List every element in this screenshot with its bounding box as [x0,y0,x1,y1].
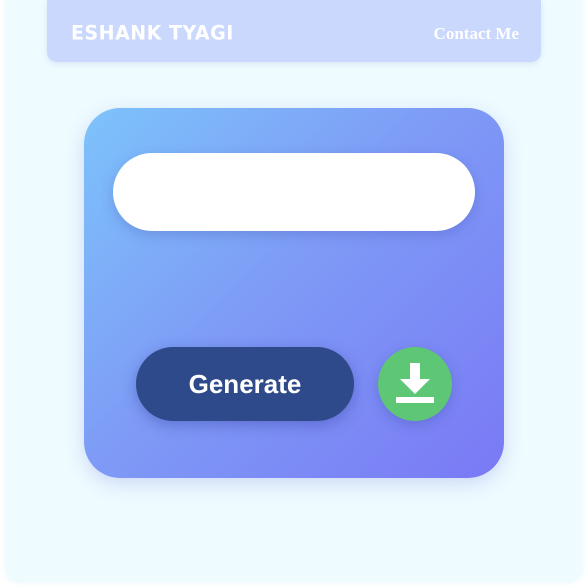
text-input[interactable] [113,153,475,231]
contact-me-link[interactable]: Contact Me [434,24,519,44]
brand-logo-text[interactable]: ESHANK TYAGI [71,21,234,44]
generate-button[interactable]: Generate [136,347,354,421]
download-button[interactable] [378,347,452,421]
generator-card: Generate [84,108,504,478]
navbar: ESHANK TYAGI Contact Me [47,0,541,62]
download-icon [396,363,434,403]
